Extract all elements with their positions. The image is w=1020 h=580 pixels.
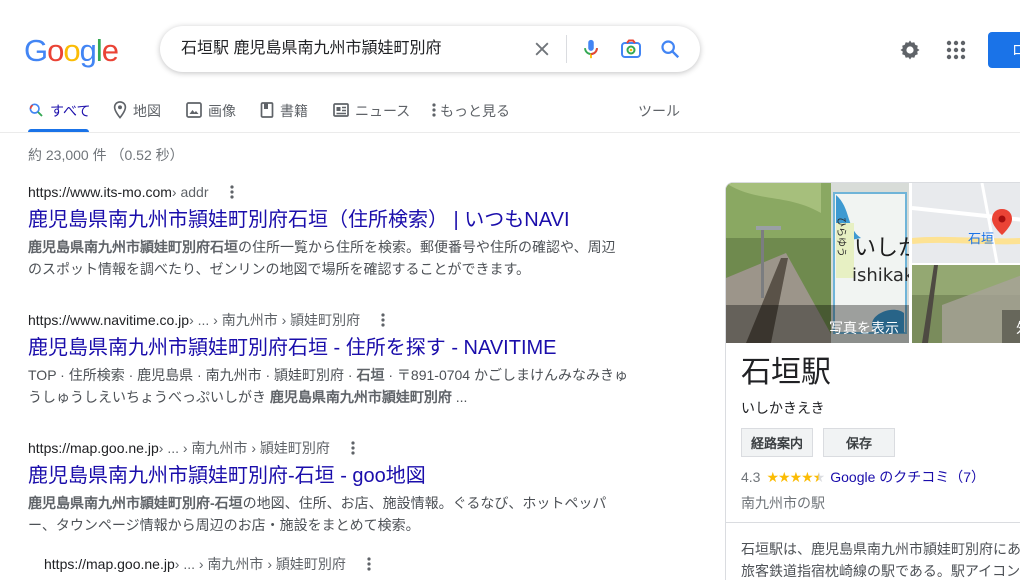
reviews-link[interactable]: Google のクチコミ（7） <box>830 467 985 487</box>
result-snippet: 鹿児島県南九州市頴娃町別府-石垣の地図、住所、お店、施設情報。ぐるなび、ホットペ… <box>28 492 628 536</box>
close-icon[interactable] <box>530 37 554 61</box>
logo-letter: e <box>101 33 119 68</box>
tab-label: 書籍 <box>280 103 308 119</box>
snippet-highlight: 鹿児島県南九州市頴娃町別府石垣 <box>28 239 238 255</box>
panel-category: 南九州市の駅 <box>741 495 825 511</box>
photo-label: 外 <box>1016 321 1020 337</box>
station-photo[interactable]: ひらゆう いしかき ishikaki 写真を表示 <box>726 183 909 343</box>
result-breadcrumb: › ... › 南九州市 › 頴娃町別府 <box>189 312 361 328</box>
search-icon <box>28 101 44 119</box>
result-breadcrumb: › addr <box>171 184 209 200</box>
apps-icon[interactable] <box>944 38 968 62</box>
station-map-thumbnail[interactable]: 石垣 <box>912 183 1020 263</box>
result-title-link[interactable]: 鹿児島県南九州市頴娃町別府石垣（住所検索） | いつもNAVI <box>28 207 638 233</box>
description-line: 石垣駅は、鹿児島県南九州市頴娃町別府にあ <box>741 541 1020 557</box>
description-line: 旅客鉄道指宿枕崎線の駅である。駅アイコン <box>741 563 1020 579</box>
search-tabs: すべて 地図 画像 書籍 ニュース もっと見る ツール <box>0 96 1020 133</box>
image-icon <box>186 101 202 119</box>
result-url[interactable]: https://map.goo.ne.jp › ... › 南九州市 › 頴娃町… <box>44 555 654 573</box>
result-domain: https://www.its-mo.com <box>28 184 172 200</box>
header: Google 石垣駅 鹿児島県南九州市頴娃町別府 ロ <box>0 0 1020 96</box>
search-result: https://www.its-mo.com › addr 鹿児島県南九州市頴娃… <box>28 183 638 280</box>
star-rating-icon: ★★★★★ <box>766 468 826 486</box>
tab-label: ツール <box>638 103 680 119</box>
search-result-sub: https://map.goo.ne.jp › ... › 南九州市 › 頴娃町… <box>44 555 654 573</box>
tab-tools[interactable]: ツール <box>638 96 680 132</box>
search-result: https://www.navitime.co.jp › ... › 南九州市 … <box>28 311 638 408</box>
result-url[interactable]: https://www.its-mo.com › addr <box>28 183 638 201</box>
logo-letter: o <box>47 33 64 68</box>
tab-label: ニュース <box>355 103 411 119</box>
result-snippet: TOP · 住所検索 · 鹿児島県 · 南九州市 · 頴娃町別府 · 石垣 · … <box>28 364 628 408</box>
result-breadcrumb: › ... › 南九州市 › 頴娃町別府 <box>158 440 330 456</box>
camera-icon[interactable] <box>619 37 643 61</box>
half-star-icon: ★ <box>812 468 826 485</box>
save-button[interactable]: 保存 <box>823 428 895 457</box>
tab-label: 地図 <box>133 103 161 119</box>
result-domain: https://www.navitime.co.jp <box>28 312 190 328</box>
google-logo[interactable]: Google <box>24 33 119 69</box>
result-title-link[interactable]: 鹿児島県南九州市頴娃町別府-石垣 - goo地図 <box>28 463 638 489</box>
divider <box>726 522 1020 523</box>
tab-maps[interactable]: 地図 <box>113 96 161 132</box>
search-result: https://map.goo.ne.jp › ... › 南九州市 › 頴娃町… <box>28 439 638 536</box>
logo-letter: g <box>79 33 97 68</box>
search-input[interactable]: 石垣駅 鹿児島県南九州市頴娃町別府 <box>181 38 441 60</box>
panel-subtitle: いしかきえき <box>741 400 825 416</box>
more-vert-icon[interactable] <box>374 311 392 329</box>
tab-label: すべて <box>50 103 91 119</box>
tab-all[interactable]: すべて <box>28 96 91 132</box>
tab-label: 画像 <box>208 103 236 119</box>
tab-books[interactable]: 書籍 <box>260 96 308 132</box>
result-breadcrumb: › ... › 南九州市 › 頴娃町別府 <box>174 556 346 572</box>
result-domain: https://map.goo.ne.jp <box>28 440 159 456</box>
panel-description: 石垣駅は、鹿児島県南九州市頴娃町別府にあ 旅客鉄道指宿枕崎線の駅である。駅アイコ… <box>741 538 1020 580</box>
result-stats: 約 23,000 件 （0.52 秒） <box>28 147 184 163</box>
more-vert-icon <box>432 101 436 119</box>
snippet-text: ... <box>451 389 468 405</box>
rating-value: 4.3 <box>741 469 761 485</box>
result-url[interactable]: https://www.navitime.co.jp › ... › 南九州市 … <box>28 311 638 329</box>
panel-title: 石垣駅 <box>741 356 831 389</box>
stars-full: ★★★★ <box>766 468 813 485</box>
snippet-highlight: 鹿児島県南九州市頴娃町別府-石垣 <box>28 495 243 511</box>
result-url[interactable]: https://map.goo.ne.jp › ... › 南九州市 › 頴娃町… <box>28 439 638 457</box>
tab-label: もっと見る <box>440 103 510 119</box>
logo-letter: o <box>63 33 80 68</box>
login-button[interactable]: ロ <box>988 32 1020 68</box>
tab-more[interactable]: もっと見る <box>432 96 510 132</box>
mic-icon[interactable] <box>579 37 603 61</box>
sign-main-text: いしかき <box>854 236 909 261</box>
station-photo-2[interactable]: 外 <box>912 265 1020 343</box>
map-pin-icon <box>113 101 127 119</box>
result-title-link[interactable]: 鹿児島県南九州市頴娃町別府石垣 - 住所を探す - NAVITIME <box>28 335 638 361</box>
result-snippet: 鹿児島県南九州市頴娃町別府石垣の住所一覧から住所を検索。郵便番号や住所の確認や、… <box>28 236 628 280</box>
result-domain: https://map.goo.ne.jp <box>44 556 175 572</box>
news-icon <box>333 101 349 119</box>
tab-news[interactable]: ニュース <box>333 96 410 132</box>
tab-images[interactable]: 画像 <box>186 96 236 132</box>
logo-letter: G <box>24 33 48 68</box>
more-vert-icon[interactable] <box>344 439 362 457</box>
snippet-highlight: 鹿児島県南九州市頴娃町別府 <box>269 389 452 405</box>
search-divider <box>566 35 567 63</box>
book-icon <box>260 101 274 119</box>
directions-button[interactable]: 経路案内 <box>741 428 813 457</box>
view-photos-button[interactable]: 写真を表示 <box>829 318 899 338</box>
snippet-text: TOP · 住所検索 · 鹿児島県 · 南九州市 · 頴娃町別府 · <box>28 367 357 383</box>
sign-side-text: ひらゆう <box>835 217 847 257</box>
rating-row: 4.3 ★★★★★ Google のクチコミ（7） <box>741 467 985 487</box>
knowledge-panel: ひらゆう いしかき ishikaki 写真を表示 石垣 外 <box>725 182 1020 580</box>
sign-roman-text: ishikaki <box>852 265 909 286</box>
gear-icon[interactable] <box>898 38 922 62</box>
map-label: 石垣 <box>968 232 994 247</box>
more-vert-icon[interactable] <box>223 183 241 201</box>
search-box[interactable]: 石垣駅 鹿児島県南九州市頴娃町別府 <box>160 26 700 72</box>
more-vert-icon[interactable] <box>360 555 378 573</box>
snippet-highlight: 石垣 <box>356 367 385 383</box>
search-icon[interactable] <box>658 37 682 61</box>
